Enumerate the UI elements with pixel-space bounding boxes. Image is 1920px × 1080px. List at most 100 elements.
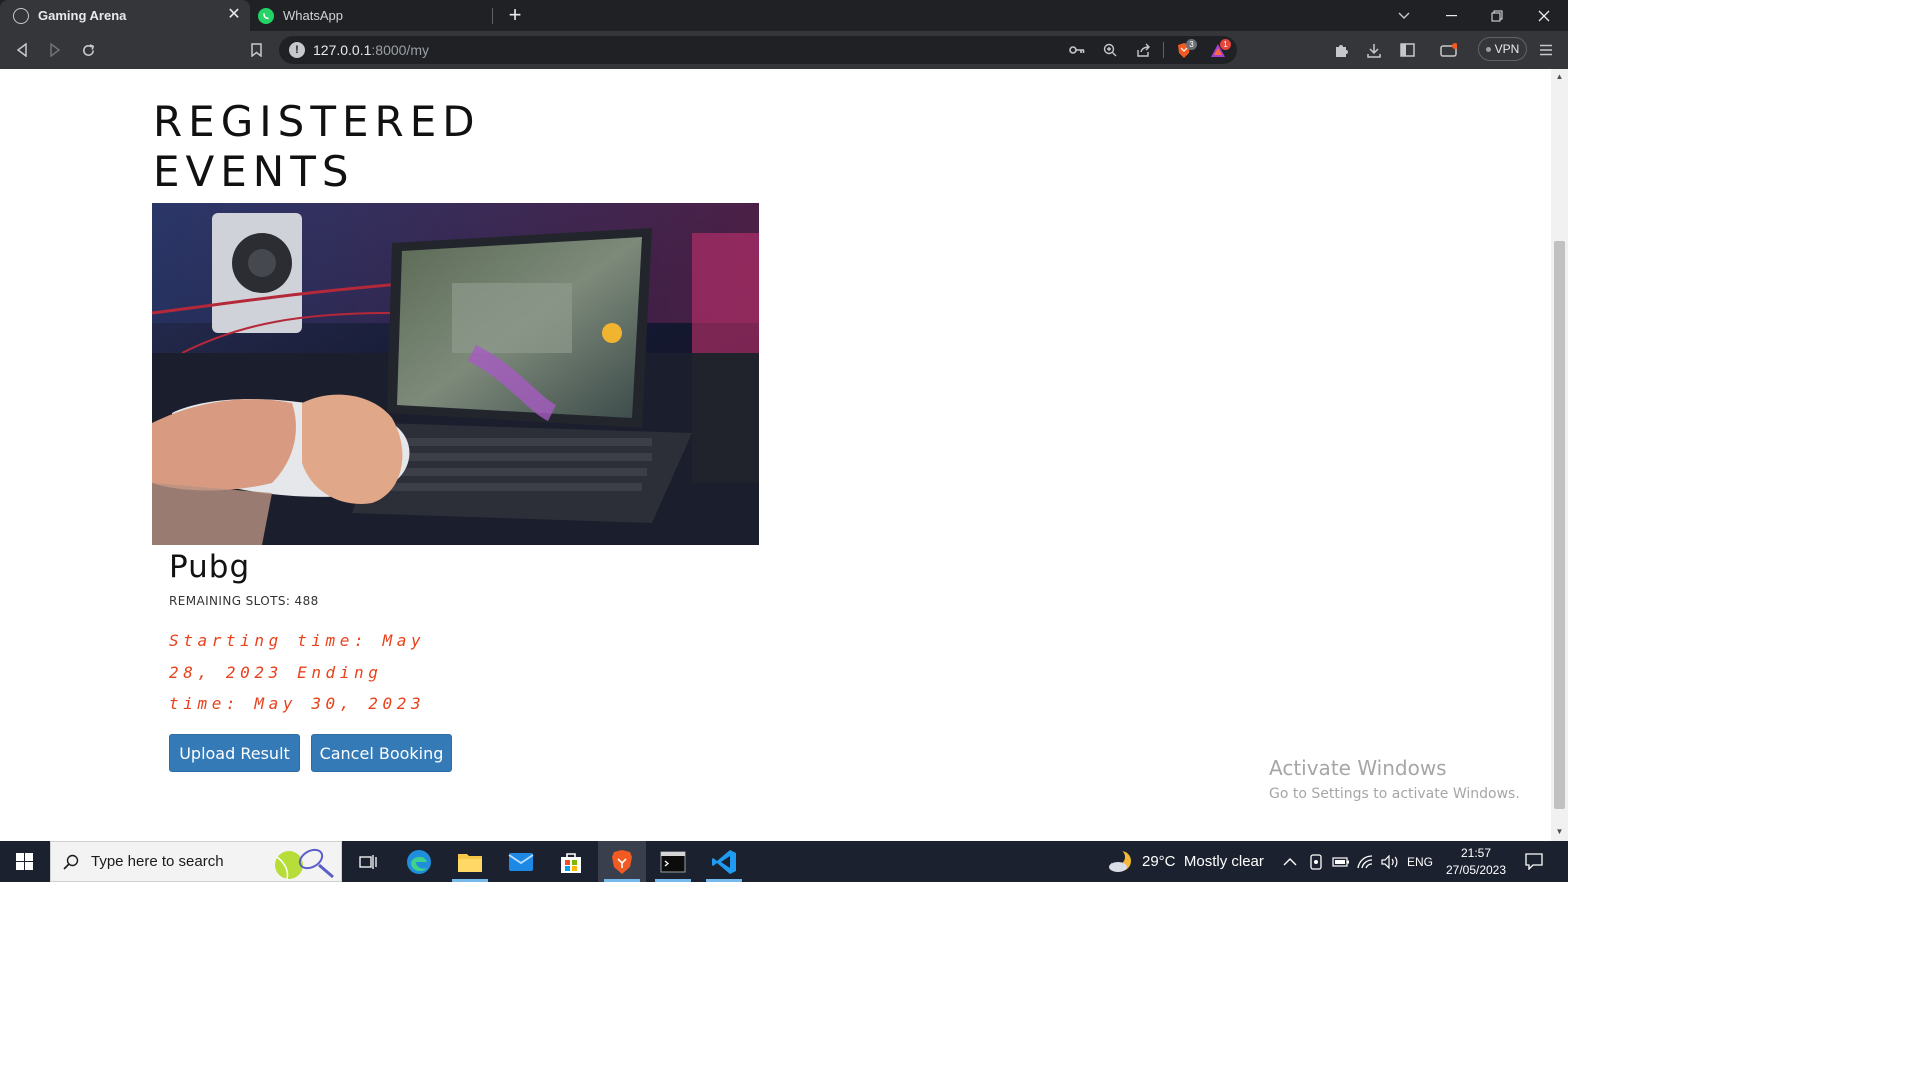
weather-widget[interactable]: 29°C Mostly clear — [1108, 841, 1264, 882]
minimize-button[interactable] — [1428, 0, 1474, 31]
url-text[interactable]: 127.0.0.1:8000/my — [313, 42, 429, 58]
vpn-button[interactable]: VPN — [1478, 37, 1527, 61]
back-button[interactable] — [10, 39, 34, 61]
taskbar-edge[interactable] — [395, 841, 443, 882]
scrollbar-thumb[interactable] — [1554, 241, 1565, 809]
search-icon — [63, 854, 79, 870]
tab-whatsapp[interactable]: WhatsApp — [250, 0, 492, 31]
taskbar-file-explorer[interactable] — [446, 841, 494, 882]
windows-logo-icon — [15, 853, 33, 870]
tray-network[interactable] — [1357, 841, 1375, 882]
weather-moon-cloud-icon — [1109, 848, 1131, 872]
scroll-up-arrow-icon[interactable]: ▲ — [1555, 72, 1564, 81]
upload-result-button[interactable]: Upload Result — [169, 734, 300, 772]
taskbar-mail[interactable] — [497, 841, 545, 882]
reload-button[interactable] — [76, 39, 100, 61]
scroll-down-arrow-icon[interactable]: ▼ — [1555, 827, 1564, 836]
show-hidden-icons-button[interactable] — [1283, 841, 1297, 882]
download-icon — [1367, 43, 1381, 58]
event-title: Pubg — [169, 549, 251, 585]
taskbar-terminal[interactable] — [649, 841, 697, 882]
tab-title: Gaming Arena — [38, 8, 127, 23]
brave-shields-icon[interactable]: 3 — [1175, 39, 1197, 58]
close-icon — [1538, 10, 1550, 21]
downloads-button[interactable] — [1362, 39, 1386, 61]
bookmark-icon — [250, 43, 262, 57]
site-info-icon[interactable]: ! — [289, 42, 305, 58]
vpn-status-dot — [1485, 46, 1491, 52]
minimize-icon — [1445, 14, 1457, 16]
page-title: REGISTERED EVENTS — [153, 97, 481, 196]
clock-date: 27/05/2023 — [1445, 863, 1507, 877]
clock-time: 21:57 — [1460, 846, 1492, 860]
address-bar[interactable]: ! 127.0.0.1:8000/my 3 1 — [279, 36, 1237, 64]
taskbar-clock[interactable]: 21:57 27/05/2023 — [1434, 845, 1518, 879]
device-icon — [1310, 853, 1322, 870]
taskbar-search-box[interactable]: Type here to search — [50, 841, 342, 882]
app-running-indicator — [706, 879, 742, 882]
close-tab-icon[interactable]: ✕ — [226, 7, 242, 23]
url-path: :8000/my — [371, 42, 429, 58]
taskbar-brave[interactable] — [598, 841, 646, 882]
windows-taskbar: Type here to search 29°C Mostly clear EN… — [0, 841, 1568, 882]
restore-button[interactable] — [1474, 0, 1520, 31]
watermark-title: Activate Windows — [1269, 756, 1447, 780]
tab-divider — [492, 8, 493, 24]
search-placeholder: Type here to search — [91, 853, 224, 870]
zoom-icon[interactable] — [1101, 42, 1119, 58]
hamburger-menu-icon — [1540, 44, 1552, 56]
forward-button[interactable] — [43, 39, 67, 61]
tray-battery[interactable] — [1332, 841, 1350, 882]
wallet-button[interactable] — [1436, 39, 1460, 61]
vpn-label: VPN — [1494, 42, 1520, 56]
wallet-icon — [1439, 43, 1457, 57]
extensions-button[interactable] — [1329, 39, 1353, 61]
chevron-down-icon — [1398, 12, 1410, 19]
globe-icon — [13, 7, 29, 24]
notification-center-button[interactable] — [1525, 841, 1543, 882]
tab-search-button[interactable] — [1381, 0, 1427, 31]
terminal-icon — [660, 851, 686, 872]
new-tab-button[interactable]: + — [503, 4, 527, 28]
page-viewport: REGISTERED EVENTS Pubg REMAINING SLOTS: … — [0, 69, 1551, 841]
edge-icon — [407, 849, 431, 874]
back-arrow-icon — [16, 43, 27, 57]
key-icon[interactable] — [1068, 42, 1086, 58]
cancel-booking-button[interactable]: Cancel Booking — [311, 734, 452, 772]
task-view-icon — [359, 854, 377, 869]
store-icon — [561, 852, 581, 873]
page-scrollbar[interactable]: ▲ ▼ — [1551, 69, 1568, 841]
tray-language[interactable]: ENG — [1407, 841, 1433, 882]
brave-icon — [612, 849, 632, 874]
address-bar-divider — [1163, 42, 1164, 58]
app-running-indicator — [452, 879, 488, 882]
activate-windows-watermark: Activate Windows Go to Settings to activ… — [1269, 756, 1520, 802]
app-running-indicator — [655, 879, 691, 882]
tab-gaming-arena[interactable]: Gaming Arena ✕ — [0, 0, 250, 31]
restore-icon — [1491, 10, 1503, 21]
tray-volume[interactable] — [1381, 841, 1399, 882]
reload-icon — [82, 43, 94, 56]
bookmark-button[interactable] — [244, 39, 268, 61]
vscode-icon — [712, 849, 736, 874]
start-button[interactable] — [0, 841, 48, 882]
tray-meet-now[interactable] — [1309, 841, 1323, 882]
forward-arrow-icon — [50, 43, 61, 57]
tab-title: WhatsApp — [283, 8, 343, 23]
browser-tab-strip: Gaming Arena ✕ WhatsApp + — [0, 0, 1568, 31]
sidebar-icon — [1399, 43, 1415, 57]
task-view-button[interactable] — [344, 841, 392, 882]
close-window-button[interactable] — [1521, 0, 1567, 31]
folder-icon — [458, 853, 482, 872]
taskbar-store[interactable] — [547, 841, 595, 882]
chevron-up-icon — [1283, 858, 1297, 866]
mail-icon — [508, 852, 534, 871]
taskbar-vscode[interactable] — [700, 841, 748, 882]
menu-button[interactable] — [1534, 39, 1558, 61]
app-running-indicator — [604, 879, 640, 882]
share-icon[interactable] — [1134, 42, 1152, 58]
sidebar-button[interactable] — [1395, 39, 1419, 61]
brave-rewards-icon[interactable]: 1 — [1209, 39, 1231, 58]
event-timing: Starting time: May 28, 2023 Ending time:… — [169, 631, 426, 713]
url-host: 127.0.0.1 — [313, 42, 372, 58]
